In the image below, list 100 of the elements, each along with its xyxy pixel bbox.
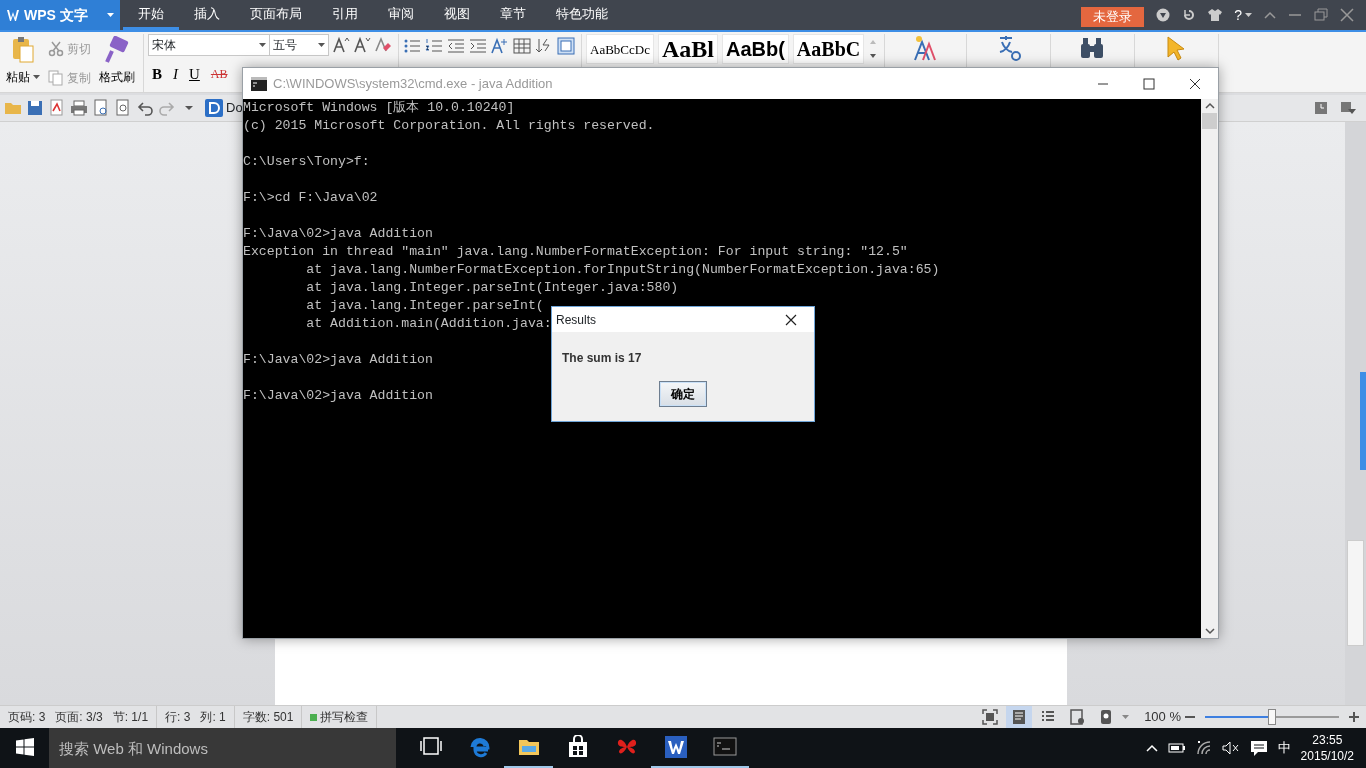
shrink-font-icon[interactable] — [353, 36, 371, 54]
underline-button[interactable]: U — [185, 63, 204, 86]
pdf-icon[interactable] — [48, 99, 66, 117]
zoom-in-icon[interactable] — [1348, 711, 1360, 723]
document-search-icon[interactable] — [114, 99, 132, 117]
ribbon-tab[interactable]: 审阅 — [373, 0, 429, 30]
layout-icon[interactable] — [1340, 101, 1356, 115]
clock-time[interactable]: 23:55 — [1312, 732, 1343, 748]
bold-button[interactable]: B — [148, 63, 166, 86]
w-logo-icon — [663, 735, 688, 759]
clock-date[interactable]: 2015/10/2 — [1300, 748, 1354, 764]
fullscreen-icon — [982, 709, 999, 725]
italic-button[interactable]: I — [169, 63, 182, 86]
style-preset[interactable]: AaBbCcDc — [586, 34, 654, 64]
console-line: at Addition.main(Addition.java: — [305, 315, 552, 333]
restore-icon[interactable] — [1314, 8, 1328, 22]
search-field[interactable]: 搜索 Web 和 Windows — [49, 728, 396, 768]
font-name-dropdown[interactable]: 宋体 — [148, 34, 270, 56]
notification-icon[interactable] — [1249, 739, 1268, 757]
grow-font-icon[interactable] — [332, 36, 350, 54]
clock-icon[interactable] — [1314, 101, 1328, 115]
shirt-icon[interactable] — [1208, 8, 1223, 22]
page-view-icon — [1011, 709, 1028, 725]
table-icon[interactable] — [513, 37, 531, 55]
brush-icon — [103, 36, 131, 64]
status-text: 行: 3 — [165, 709, 191, 726]
close-icon — [785, 313, 797, 326]
close-icon — [1189, 77, 1201, 90]
battery-icon[interactable] — [1167, 743, 1186, 753]
caret-icon — [1122, 715, 1130, 719]
style-preset[interactable]: AaBbC — [792, 34, 865, 64]
ribbon-tab[interactable]: 视图 — [429, 0, 485, 30]
sort-icon[interactable] — [535, 37, 553, 55]
status-text: 节: 1/1 — [112, 709, 149, 726]
windows-logo-icon — [15, 738, 34, 756]
print-preview-icon[interactable] — [92, 99, 110, 117]
ribbon-tab[interactable]: 特色功能 — [541, 0, 623, 30]
scissors-icon — [48, 40, 64, 57]
collapse-icon[interactable] — [1264, 11, 1276, 19]
status-text: 页码: 3 — [8, 709, 46, 726]
format-painter-button[interactable]: 格式刷 — [97, 34, 137, 92]
bullets-icon[interactable] — [403, 37, 421, 55]
chevron-up-icon[interactable] — [1145, 744, 1158, 752]
console-line: F:\>cd F:\Java\02 — [243, 189, 378, 207]
scrollbar-thumb[interactable] — [1347, 540, 1364, 646]
muted-speaker-icon[interactable] — [1221, 741, 1240, 755]
vertical-scrollbar[interactable] — [1345, 122, 1366, 705]
ribbon-tab[interactable]: 引用 — [317, 0, 373, 30]
caret-icon — [107, 13, 114, 17]
console-line: (c) 2015 Microsoft Corporation. All rights reserved. — [243, 117, 655, 135]
document-tab[interactable]: Do — [205, 98, 243, 118]
save-icon[interactable] — [26, 99, 44, 117]
input-method-indicator[interactable]: 中 — [1277, 738, 1291, 758]
refresh-icon[interactable] — [1182, 8, 1197, 22]
view-mode-button[interactable] — [1006, 706, 1033, 728]
caret-icon — [33, 75, 40, 79]
console-icon — [251, 76, 267, 91]
console-line: Exception in thread "main" java.lang.NumberFormatException: For input string: "12.5" — [243, 243, 908, 261]
maximize-icon — [1143, 77, 1155, 90]
ribbon-tab[interactable]: 页面布局 — [235, 0, 317, 30]
clear-format-icon[interactable] — [374, 36, 392, 54]
console-line: F:\Java\02>java Addition — [243, 351, 433, 369]
status-text: 页面: 3/3 — [55, 709, 103, 726]
style-preset[interactable]: AaBl — [657, 34, 718, 64]
window-title: C:\WINDOWS\system32\cmd.exe - java Addition — [273, 74, 553, 93]
console-line: C:\Users\Tony>f: — [243, 153, 370, 171]
undo-icon[interactable] — [136, 99, 154, 117]
copy-icon — [48, 69, 64, 86]
console-line: at java.lang.Integer.parseInt(Integer.java:580) — [305, 279, 679, 297]
console-line: at java.lang.Integer.parseInt( — [305, 297, 544, 315]
wifi-icon[interactable] — [1195, 740, 1212, 756]
strikethrough-button[interactable]: AB — [206, 65, 232, 84]
font-size-dropdown[interactable]: 五号 — [269, 34, 329, 56]
paste-button[interactable]: 粘贴 — [4, 34, 42, 92]
app-menu-button[interactable]: WPS 文字 — [0, 0, 120, 30]
console-line: at java.lang.NumberFormatException.forInputString(NumberFormatException.java:65) — [305, 261, 940, 279]
dialog-message: The sum is 17 — [562, 350, 643, 367]
spell-check-toggle[interactable]: 拼写检查 — [320, 708, 369, 726]
close-icon[interactable] — [1340, 8, 1354, 22]
console-line: Microsoft Windows [版本 10.0.10240] — [243, 99, 515, 117]
ribbon-tab[interactable]: 章节 — [485, 0, 541, 30]
console-line: F:\Java\02>java Addition — [243, 225, 433, 243]
scrollbar-thumb[interactable] — [1202, 113, 1217, 129]
terminal-icon — [712, 735, 737, 759]
ok-button[interactable]: 确定 — [659, 381, 707, 407]
w-logo-icon — [6, 8, 20, 22]
zoom-slider-thumb[interactable] — [1268, 709, 1276, 725]
printer-icon[interactable] — [70, 99, 88, 117]
ribbon-tab[interactable]: 插入 — [179, 0, 235, 30]
caret-icon — [259, 43, 266, 47]
style-preset[interactable]: AaBb( — [721, 34, 789, 64]
dialog-title: Results — [556, 311, 596, 329]
frame-icon[interactable] — [557, 37, 575, 55]
zoom-percent: 100 % — [1144, 708, 1181, 727]
numbering-icon[interactable] — [425, 37, 443, 55]
status-text: 字数: 501 — [242, 709, 294, 726]
d-logo-icon — [205, 99, 223, 117]
help-button[interactable]: ? — [1234, 4, 1252, 26]
text-effect-icon[interactable] — [491, 37, 509, 55]
web-view-icon — [1069, 709, 1086, 725]
